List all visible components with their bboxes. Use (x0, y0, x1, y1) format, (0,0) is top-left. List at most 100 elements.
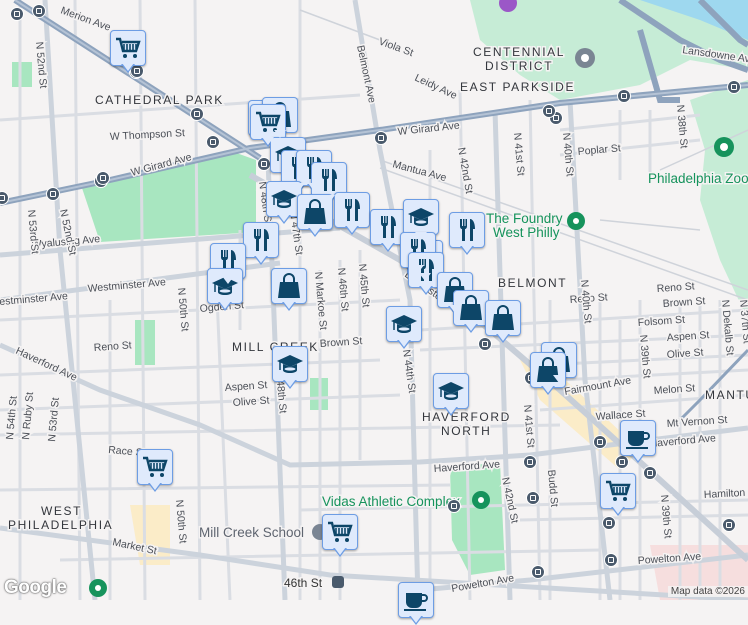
transit-stop-icon[interactable] (526, 491, 540, 505)
map-marker-cap[interactable] (403, 199, 439, 242)
street-label: N 50th St (175, 287, 191, 332)
transit-stop-icon[interactable] (374, 131, 388, 145)
street-label: Reno St (656, 280, 695, 295)
transit-stop-icon[interactable] (542, 104, 556, 118)
google-logo: Google (4, 577, 67, 598)
transit-stop-icon[interactable] (722, 518, 736, 532)
district-label: HAVERFORD (422, 410, 511, 424)
map-marker-cart[interactable] (137, 449, 173, 492)
street-label: N 44th St (400, 349, 418, 394)
street-label: Brown St (319, 335, 362, 350)
street-label: N 41st St (511, 132, 527, 176)
map-marker-bag[interactable] (271, 268, 307, 311)
map-data-attribution[interactable]: Map data ©2026 (667, 586, 748, 597)
utensils-icon (374, 213, 402, 241)
transit-stop-icon[interactable] (447, 499, 461, 513)
cap-icon (437, 377, 465, 405)
street-label: N 46th St (335, 267, 351, 312)
district-label: WEST (41, 504, 82, 518)
street-label: N 53rd St (25, 209, 41, 254)
street-label: Budd St (545, 469, 560, 507)
street-label: Hamilton (704, 487, 746, 501)
street-label: Westminster Ave (87, 276, 166, 295)
transit-stop-icon[interactable] (604, 553, 618, 567)
map-marker-cup[interactable] (398, 582, 434, 625)
street-label: N 40th St (560, 132, 576, 177)
poi-label-vidas-athletic-complex: Vidas Athletic Complex (322, 494, 460, 509)
transit-stop-icon[interactable] (727, 80, 741, 94)
street-label: Aspen St (666, 329, 709, 344)
poi-label-the-foundry: The Foundry (486, 211, 563, 226)
street-label: N 41st St (521, 404, 537, 448)
district-label: CATHEDRAL PARK (95, 93, 224, 107)
cart-icon (114, 34, 142, 62)
transit-stop-icon[interactable] (615, 455, 629, 469)
transit-stop-icon[interactable] (257, 157, 271, 171)
utensils-icon (338, 196, 366, 224)
transit-stop-icon[interactable] (96, 171, 110, 185)
transit-stop-icon[interactable] (593, 435, 607, 449)
cup-icon (624, 424, 652, 452)
cap-icon (390, 310, 418, 338)
street-label: N Markoe St (312, 271, 329, 330)
utensils-icon (453, 216, 481, 244)
utensils-icon (247, 226, 275, 254)
map-marker-utensils[interactable] (334, 192, 370, 235)
map-canvas[interactable]: Merion Ave N 52nd St W Thompson St W Gir… (0, 0, 748, 600)
map-marker-bag[interactable] (485, 300, 521, 343)
transit-stop-icon[interactable] (643, 466, 657, 480)
map-marker-cap[interactable] (433, 373, 469, 416)
transit-stop-icon[interactable] (206, 135, 220, 149)
map-marker-utensils[interactable] (243, 222, 279, 265)
poi-label-mill-creek-school: Mill Creek School (199, 525, 304, 540)
street-label: Poplar St (577, 142, 621, 158)
cart-icon (604, 477, 632, 505)
cap-icon (407, 203, 435, 231)
transit-stop-icon[interactable] (46, 187, 60, 201)
district-label: CENTENNIAL (473, 45, 565, 59)
map-marker-cart[interactable] (110, 30, 146, 73)
bag-icon (489, 304, 517, 332)
map-marker-cart[interactable] (322, 514, 358, 557)
street-label: Westminster Ave (0, 290, 69, 309)
street-label: Mantua Ave (391, 158, 448, 184)
street-label: W Thompson St (110, 127, 186, 143)
bag-icon (457, 294, 485, 322)
street-label: Merion Ave (59, 5, 112, 34)
transit-stop-icon[interactable] (531, 565, 545, 579)
map-marker-utensils[interactable] (449, 212, 485, 255)
map-marker-cart[interactable] (600, 473, 636, 516)
map-marker-cup[interactable] (620, 420, 656, 463)
transit-stop-icon[interactable] (32, 4, 46, 18)
street-label: Melon St (653, 382, 695, 397)
transit-stop-icon[interactable] (523, 455, 537, 469)
street-label: N 39th St (658, 494, 674, 539)
transit-stop-icon[interactable] (617, 89, 631, 103)
transit-stop-icon[interactable] (190, 107, 204, 121)
map-marker-cap[interactable] (207, 268, 243, 311)
map-marker-cap[interactable] (272, 346, 308, 389)
street-label: Viola St (377, 36, 415, 60)
district-label: MANTUA (705, 388, 748, 402)
street-label: N 53rd St (46, 397, 62, 442)
street-label: Olive St (666, 346, 704, 361)
poi-label-46th-st-station: 46th St (284, 576, 323, 590)
street-label: W Girard Ave (397, 120, 460, 138)
cup-icon (402, 586, 430, 614)
street-label: Olive St (232, 394, 270, 409)
cap-icon (276, 350, 304, 378)
transit-stop-icon[interactable] (602, 516, 616, 530)
street-label: N 50th St (173, 499, 189, 544)
street-label: N Dekalb St (719, 299, 736, 356)
street-label: Reno St (93, 339, 132, 354)
transit-stop-icon[interactable] (10, 7, 24, 21)
street-label: N 37th St (737, 299, 748, 344)
district-label: DISTRICT (485, 59, 553, 73)
poi-label-the-foundry: West Philly (493, 225, 560, 240)
street-label: Aspen St (224, 379, 267, 394)
district-label: NORTH (441, 424, 491, 438)
street-label: Leidy Ave (413, 72, 459, 102)
map-marker-cap[interactable] (386, 306, 422, 349)
street-label: Haverford Ave (649, 432, 716, 450)
transit-stop-icon[interactable] (478, 337, 492, 351)
